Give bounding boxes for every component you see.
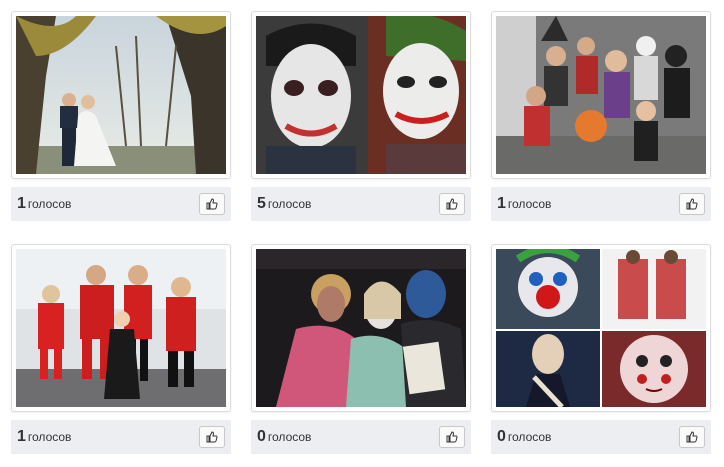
vote-bar: 1 голосов [491, 187, 711, 221]
vote-count: 1 голосов [17, 428, 72, 445]
joker-makeup-photo[interactable] [256, 16, 466, 174]
vote-unit-label: голосов [267, 197, 312, 211]
vote-unit-label: голосов [27, 430, 72, 444]
vote-count: 1 голосов [497, 195, 552, 212]
vote-count: 0 голосов [497, 428, 552, 445]
vote-count: 0 голосов [257, 428, 312, 445]
vote-unit-label: голосов [507, 430, 552, 444]
like-button[interactable] [199, 426, 225, 448]
thumbs-up-icon [206, 431, 218, 443]
incredibles-family-costume-photo[interactable] [16, 249, 226, 407]
vote-bar: 5 голосов [251, 187, 471, 221]
vote-unit-label: голосов [507, 197, 552, 211]
kids-halloween-costumes-photo[interactable] [496, 16, 706, 174]
thumbs-up-icon [446, 198, 458, 210]
photo-frame[interactable] [251, 11, 471, 179]
thumbs-up-icon [686, 198, 698, 210]
thumbs-up-icon [446, 431, 458, 443]
vote-bar: 0 голосов [491, 420, 711, 454]
like-button[interactable] [439, 426, 465, 448]
like-button[interactable] [439, 193, 465, 215]
like-button[interactable] [199, 193, 225, 215]
vote-count: 5 голосов [257, 195, 312, 212]
photo-frame[interactable] [491, 244, 711, 412]
vote-unit-label: голосов [27, 197, 72, 211]
like-button[interactable] [679, 193, 705, 215]
vote-unit-label: голосов [267, 430, 312, 444]
photo-frame[interactable] [251, 244, 471, 412]
thumbs-up-icon [686, 431, 698, 443]
vote-bar: 1 голосов [11, 420, 231, 454]
photo-frame[interactable] [11, 244, 231, 412]
vote-bar: 0 голосов [251, 420, 471, 454]
halloween-makeup-collage-photo[interactable] [496, 249, 706, 407]
like-button[interactable] [679, 426, 705, 448]
vote-bar: 1 голосов [11, 187, 231, 221]
thumbs-up-icon [206, 198, 218, 210]
vote-count: 1 голосов [17, 195, 72, 212]
photo-frame[interactable] [11, 11, 231, 179]
zombie-party-photo[interactable] [256, 249, 466, 407]
photo-frame[interactable] [491, 11, 711, 179]
wedding-couple-photo[interactable] [16, 16, 226, 174]
